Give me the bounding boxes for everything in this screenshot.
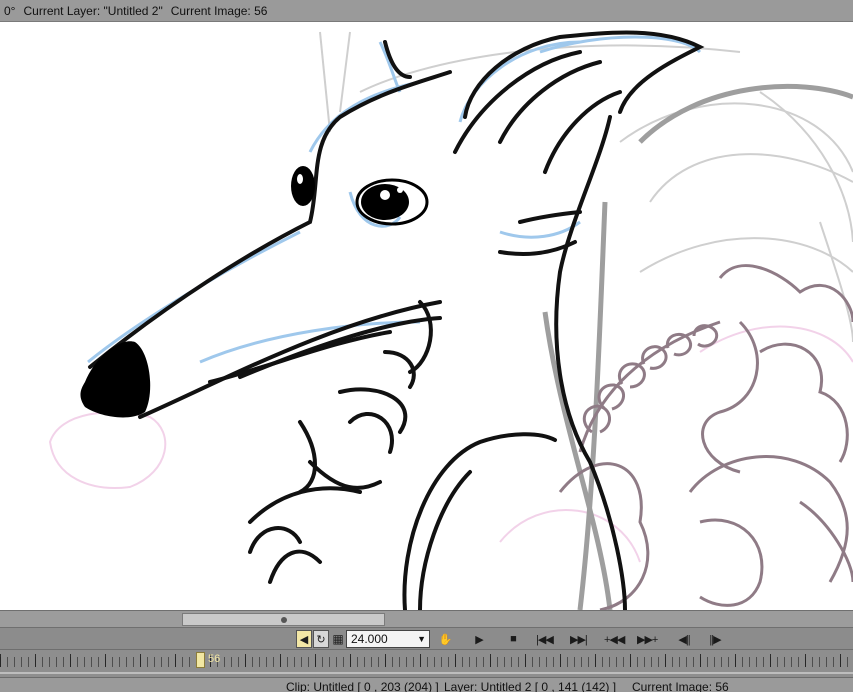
insert-after-icon[interactable]: ▶▶+ — [637, 631, 658, 647]
right-eye-highlight — [380, 190, 390, 200]
major-ticks — [0, 654, 853, 667]
info-bar: 0° Current Layer: "Untitled 2" Current Ima… — [0, 0, 853, 22]
image-status: Current Image: 56 — [632, 680, 729, 692]
sketch-artwork — [48, 30, 853, 610]
current-frame-label: 56 — [208, 653, 221, 665]
last-frame-icon[interactable]: ▶▶| — [570, 631, 588, 647]
fps-value: 24.000 — [351, 632, 388, 646]
speaker-icon[interactable]: ◀ — [296, 630, 312, 648]
current-image-label: Current Image: 56 — [170, 4, 268, 18]
rotation-angle: 0° — [4, 4, 16, 18]
left-eye — [291, 166, 315, 206]
left-eye-highlight — [297, 174, 303, 184]
prev-frame-icon[interactable]: ◀|| — [676, 631, 692, 647]
layer-status: Layer: Untitled 2 [ 0 , 141 (142) ] — [444, 680, 617, 692]
chevron-down-icon: ▼ — [417, 634, 426, 644]
clip-status: Clip: Untitled [ 0 , 203 (204) ] — [286, 680, 439, 692]
timeline-ruler[interactable]: 56 — [0, 650, 853, 678]
next-frame-icon[interactable]: ||▶ — [707, 631, 723, 647]
first-frame-icon[interactable]: |◀◀ — [536, 631, 554, 647]
right-eye-highlight-small — [397, 187, 403, 193]
current-layer-label: Current Layer: "Untitled 2" — [23, 4, 163, 18]
fps-select[interactable]: 24.000 ▼ — [346, 630, 430, 648]
insert-before-icon[interactable]: +◀◀ — [604, 631, 625, 647]
drawing-canvas[interactable] — [0, 22, 853, 610]
horizontal-scrollbar[interactable] — [0, 610, 853, 628]
playhead-handle[interactable] — [196, 652, 205, 668]
pink-underlayer — [48, 325, 853, 563]
nose-shape — [80, 341, 151, 418]
loop-icon[interactable]: ↻ — [313, 630, 329, 648]
hand-icon[interactable]: ✋ — [437, 631, 453, 647]
body-guides — [542, 83, 853, 610]
timeline-track — [0, 672, 853, 674]
scroll-grip-icon — [281, 617, 287, 623]
scrollbar-thumb[interactable] — [182, 613, 385, 626]
stop-icon[interactable]: ■ — [505, 631, 521, 647]
status-bar: Clip: Untitled [ 0 , 203 (204) ] Layer: … — [0, 678, 853, 692]
onion-skin-icon[interactable]: ▦ — [330, 630, 346, 648]
animation-app: 0° Current Layer: "Untitled 2" Current Ima… — [0, 0, 853, 692]
braid-decoration — [558, 264, 853, 610]
playback-controls: ◀ ↻ ▦ 24.000 ▼ ✋ ▶ ■ |◀◀ ▶▶| +◀◀ ▶▶+ ◀||… — [0, 628, 853, 650]
play-icon[interactable]: ▶ — [471, 631, 487, 647]
